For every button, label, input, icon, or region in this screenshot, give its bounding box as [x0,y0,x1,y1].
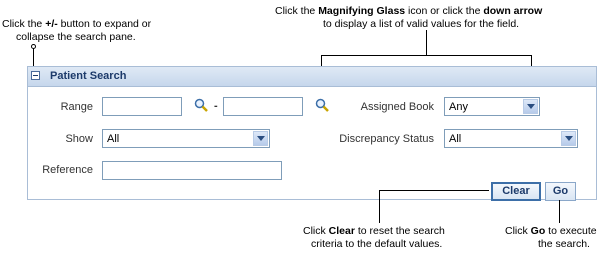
show-label: Show [65,133,93,145]
leader-toggle [33,46,34,68]
leader-clear [379,190,380,223]
callout-clear: Click Clear to reset the search criteria… [303,225,445,250]
range-from-input[interactable] [102,97,182,116]
leader-dot-toggle [31,44,36,49]
range-to-input[interactable] [223,97,303,116]
magnifying-glass-icon[interactable] [315,98,329,112]
show-value: All [107,133,120,145]
show-select[interactable]: All [102,129,270,148]
pane-title: Patient Search [50,70,127,82]
chevron-down-icon[interactable] [561,131,576,146]
assigned-book-label: Assigned Book [360,101,434,113]
leader-magnify-v [426,30,427,55]
go-button[interactable]: Go [545,182,576,201]
minus-box-icon[interactable] [31,71,40,80]
pane-header: Patient Search [28,67,596,87]
reference-label: Reference [42,164,93,176]
chevron-down-icon[interactable] [523,99,538,114]
patient-search-pane: Patient Search Range - Assigned Book Any… [27,66,597,201]
chevron-down-icon[interactable] [253,131,268,146]
reference-input[interactable] [102,161,282,180]
discrepancy-status-value: All [449,133,462,145]
leader-clear-h [379,190,489,191]
callout-go: Click Go to execute the search. [505,225,597,250]
assigned-book-select[interactable]: Any [444,97,540,116]
leader-go [559,200,560,223]
assigned-book-value: Any [449,101,468,113]
magnifying-glass-icon[interactable] [194,98,208,112]
discrepancy-status-select[interactable]: All [444,129,578,148]
callout-magnify: Click the Magnifying Glass icon or click… [275,5,543,30]
clear-button[interactable]: Clear [491,182,541,201]
range-separator: - [214,100,218,112]
leader-magnify-h [321,55,531,56]
discrepancy-status-label: Discrepancy Status [339,133,434,145]
range-label: Range [60,101,93,113]
callout-toggle: Click the +/- button to expand or collap… [2,18,152,43]
